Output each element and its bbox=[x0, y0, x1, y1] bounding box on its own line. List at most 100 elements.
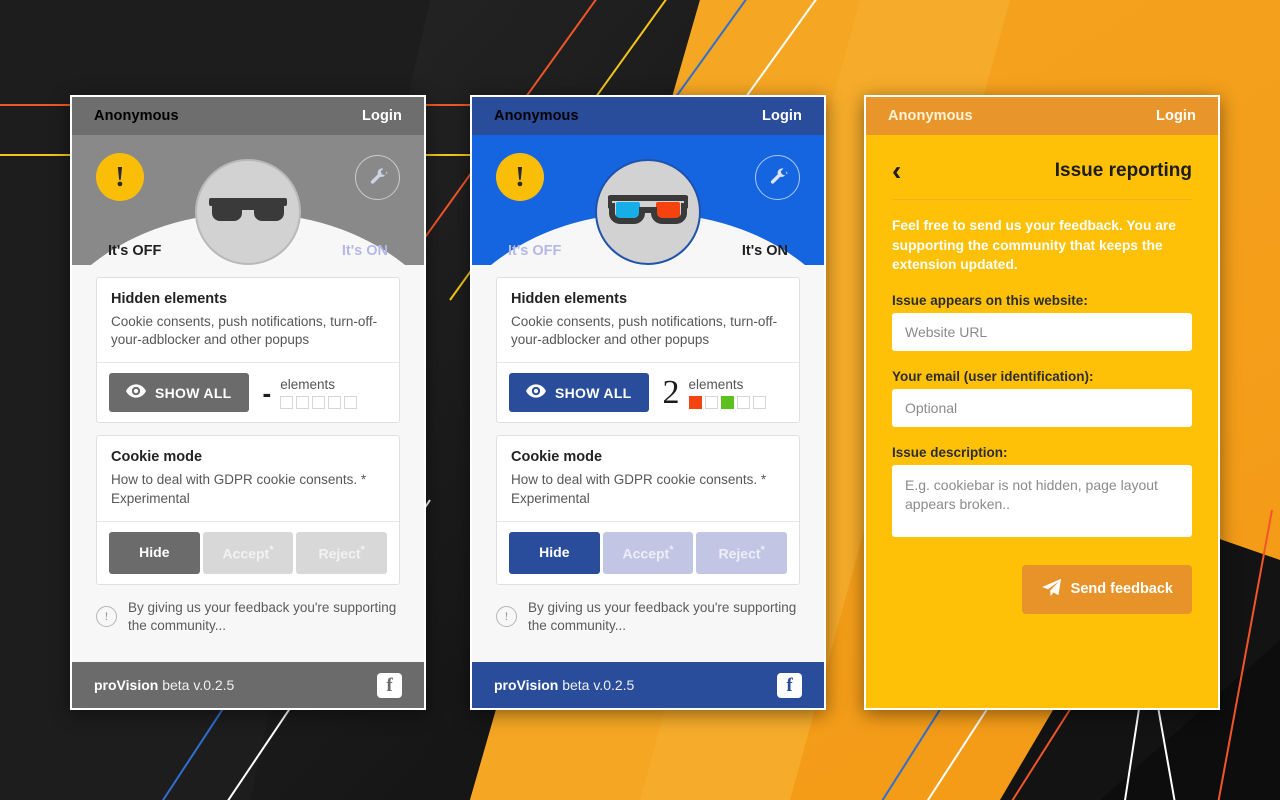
cookie-mode-title: Cookie mode bbox=[111, 449, 203, 466]
cookie-mode-desc: How to deal with GDPR cookie consents. *… bbox=[111, 472, 367, 506]
topbar: Anonymous Login bbox=[866, 97, 1218, 135]
hidden-elements-desc: Cookie consents, push notifications, tur… bbox=[511, 314, 778, 348]
toggle-label-on[interactable]: It's ON bbox=[342, 243, 388, 259]
element-count-label: elements bbox=[688, 376, 744, 392]
brand-label: proVision beta v.0.2.5 bbox=[494, 677, 634, 693]
issue-reporting-popup: Anonymous Login ‹ Issue reporting Feel f… bbox=[864, 95, 1220, 710]
toggle-labels: It's OFF It's ON bbox=[472, 243, 824, 259]
login-link[interactable]: Login bbox=[762, 108, 802, 124]
hidden-elements-body: Hidden elements Cookie consents, push no… bbox=[97, 278, 399, 362]
hidden-elements-footer: SHOW ALL 2 elements bbox=[497, 362, 799, 422]
show-all-button[interactable]: SHOW ALL bbox=[509, 373, 649, 413]
extension-popup-on: Anonymous Login ! It's OFF It's ON Hidde… bbox=[470, 95, 826, 710]
feedback-note[interactable]: ! By giving us your feedback you're supp… bbox=[96, 599, 400, 635]
element-counter: 2 elements bbox=[662, 373, 766, 411]
hero-toggle-area: ! It's OFF It's ON bbox=[72, 135, 424, 265]
show-all-button[interactable]: SHOW ALL bbox=[109, 373, 249, 413]
account-label: Anonymous bbox=[888, 108, 973, 124]
swatch bbox=[704, 395, 718, 409]
brand-version: beta v.0.2.5 bbox=[562, 677, 635, 693]
cookie-mode-body: Cookie mode How to deal with GDPR cookie… bbox=[97, 436, 399, 520]
issue-header: ‹ Issue reporting bbox=[866, 135, 1218, 193]
feedback-note-text: By giving us your feedback you're suppor… bbox=[528, 599, 797, 633]
cookie-option-accept[interactable]: Accept* bbox=[202, 531, 294, 574]
cookie-option-accept-label: Accept bbox=[222, 545, 270, 562]
toggle-label-off[interactable]: It's OFF bbox=[508, 243, 561, 259]
account-label: Anonymous bbox=[494, 108, 579, 124]
page-title: Issue reporting bbox=[1054, 160, 1192, 181]
hidden-elements-card: Hidden elements Cookie consents, push no… bbox=[496, 277, 800, 424]
warning-icon[interactable]: ! bbox=[496, 153, 544, 201]
cookie-option-hide[interactable]: Hide bbox=[509, 531, 600, 574]
divider bbox=[892, 199, 1192, 200]
toggle-label-off[interactable]: It's OFF bbox=[108, 243, 161, 259]
facebook-icon[interactable]: f bbox=[777, 672, 802, 698]
accept-star: * bbox=[669, 543, 674, 556]
intro-text: Feel free to send us your feedback. You … bbox=[892, 218, 1176, 273]
cookie-mode-footer: Hide Accept* Reject* bbox=[497, 520, 799, 584]
reject-star: * bbox=[360, 543, 365, 556]
element-swatches bbox=[280, 395, 358, 409]
info-icon: ! bbox=[96, 606, 117, 628]
toggle-labels: It's OFF It's ON bbox=[72, 243, 424, 259]
cookie-mode-desc: How to deal with GDPR cookie consents. *… bbox=[511, 472, 767, 506]
feedback-note-text: By giving us your feedback you're suppor… bbox=[128, 599, 397, 633]
cookie-mode-card: Cookie mode How to deal with GDPR cookie… bbox=[496, 435, 800, 585]
toggle-label-on[interactable]: It's ON bbox=[742, 243, 788, 259]
cookie-option-hide-label: Hide bbox=[539, 543, 570, 560]
wrench-icon[interactable] bbox=[355, 155, 400, 200]
swatch bbox=[312, 395, 326, 409]
brand-name: proVision bbox=[494, 677, 559, 693]
eye-icon bbox=[126, 384, 146, 401]
element-count: 2 bbox=[662, 373, 680, 411]
chevron-left-icon[interactable]: ‹ bbox=[892, 157, 901, 185]
swatch bbox=[720, 395, 734, 409]
cookie-option-accept-label: Accept bbox=[622, 545, 670, 562]
cookie-option-reject-label: Reject bbox=[718, 545, 761, 562]
facebook-icon[interactable]: f bbox=[377, 672, 402, 698]
hidden-elements-title: Hidden elements bbox=[111, 291, 228, 307]
swatch bbox=[280, 395, 294, 409]
footer: proVision beta v.0.2.5 f bbox=[472, 662, 824, 708]
extension-popup-off: Anonymous Login ! It's OFF It's ON Hidde… bbox=[70, 95, 426, 710]
show-all-label: SHOW ALL bbox=[555, 384, 632, 401]
description-field-label: Issue description: bbox=[892, 444, 1008, 460]
email-input[interactable] bbox=[892, 388, 1192, 427]
feedback-note[interactable]: ! By giving us your feedback you're supp… bbox=[496, 599, 800, 635]
cookie-option-reject[interactable]: Reject* bbox=[696, 531, 788, 574]
issue-description-textarea[interactable] bbox=[892, 464, 1192, 537]
topbar: Anonymous Login bbox=[72, 97, 424, 135]
info-icon: ! bbox=[496, 606, 517, 628]
hidden-elements-body: Hidden elements Cookie consents, push no… bbox=[497, 278, 799, 362]
hidden-elements-footer: SHOW ALL - elements bbox=[97, 362, 399, 422]
cookie-option-hide[interactable]: Hide bbox=[109, 531, 200, 574]
swatch bbox=[344, 395, 358, 409]
cookie-mode-title: Cookie mode bbox=[511, 449, 603, 466]
cookie-option-reject[interactable]: Reject* bbox=[296, 531, 388, 574]
login-link[interactable]: Login bbox=[1156, 108, 1196, 124]
footer: proVision beta v.0.2.5 f bbox=[72, 662, 424, 708]
cookie-mode-card: Cookie mode How to deal with GDPR cookie… bbox=[96, 435, 400, 585]
element-count-label: elements bbox=[280, 376, 335, 392]
login-link[interactable]: Login bbox=[362, 108, 402, 124]
cookie-option-accept[interactable]: Accept* bbox=[602, 531, 694, 574]
element-count: - bbox=[262, 377, 272, 408]
send-feedback-button[interactable]: Send feedback bbox=[1021, 564, 1192, 614]
element-counter: - elements bbox=[263, 377, 358, 409]
topbar: Anonymous Login bbox=[472, 97, 824, 135]
website-url-input[interactable] bbox=[892, 312, 1192, 351]
warning-icon[interactable]: ! bbox=[96, 153, 144, 201]
reject-star: * bbox=[760, 543, 765, 556]
wrench-icon[interactable] bbox=[755, 155, 800, 200]
cookie-mode-options: Hide Accept* Reject* bbox=[509, 531, 788, 574]
cookie-mode-options: Hide Accept* Reject* bbox=[109, 531, 388, 574]
swatch bbox=[736, 395, 750, 409]
send-feedback-label: Send feedback bbox=[1070, 581, 1173, 598]
brand-label: proVision beta v.0.2.5 bbox=[94, 677, 234, 693]
send-row: Send feedback bbox=[892, 564, 1192, 614]
website-field-label: Issue appears on this website: bbox=[892, 292, 1088, 308]
brand-version: beta v.0.2.5 bbox=[162, 677, 235, 693]
swatch bbox=[296, 395, 310, 409]
accept-star: * bbox=[269, 543, 274, 556]
element-swatches bbox=[688, 395, 766, 409]
